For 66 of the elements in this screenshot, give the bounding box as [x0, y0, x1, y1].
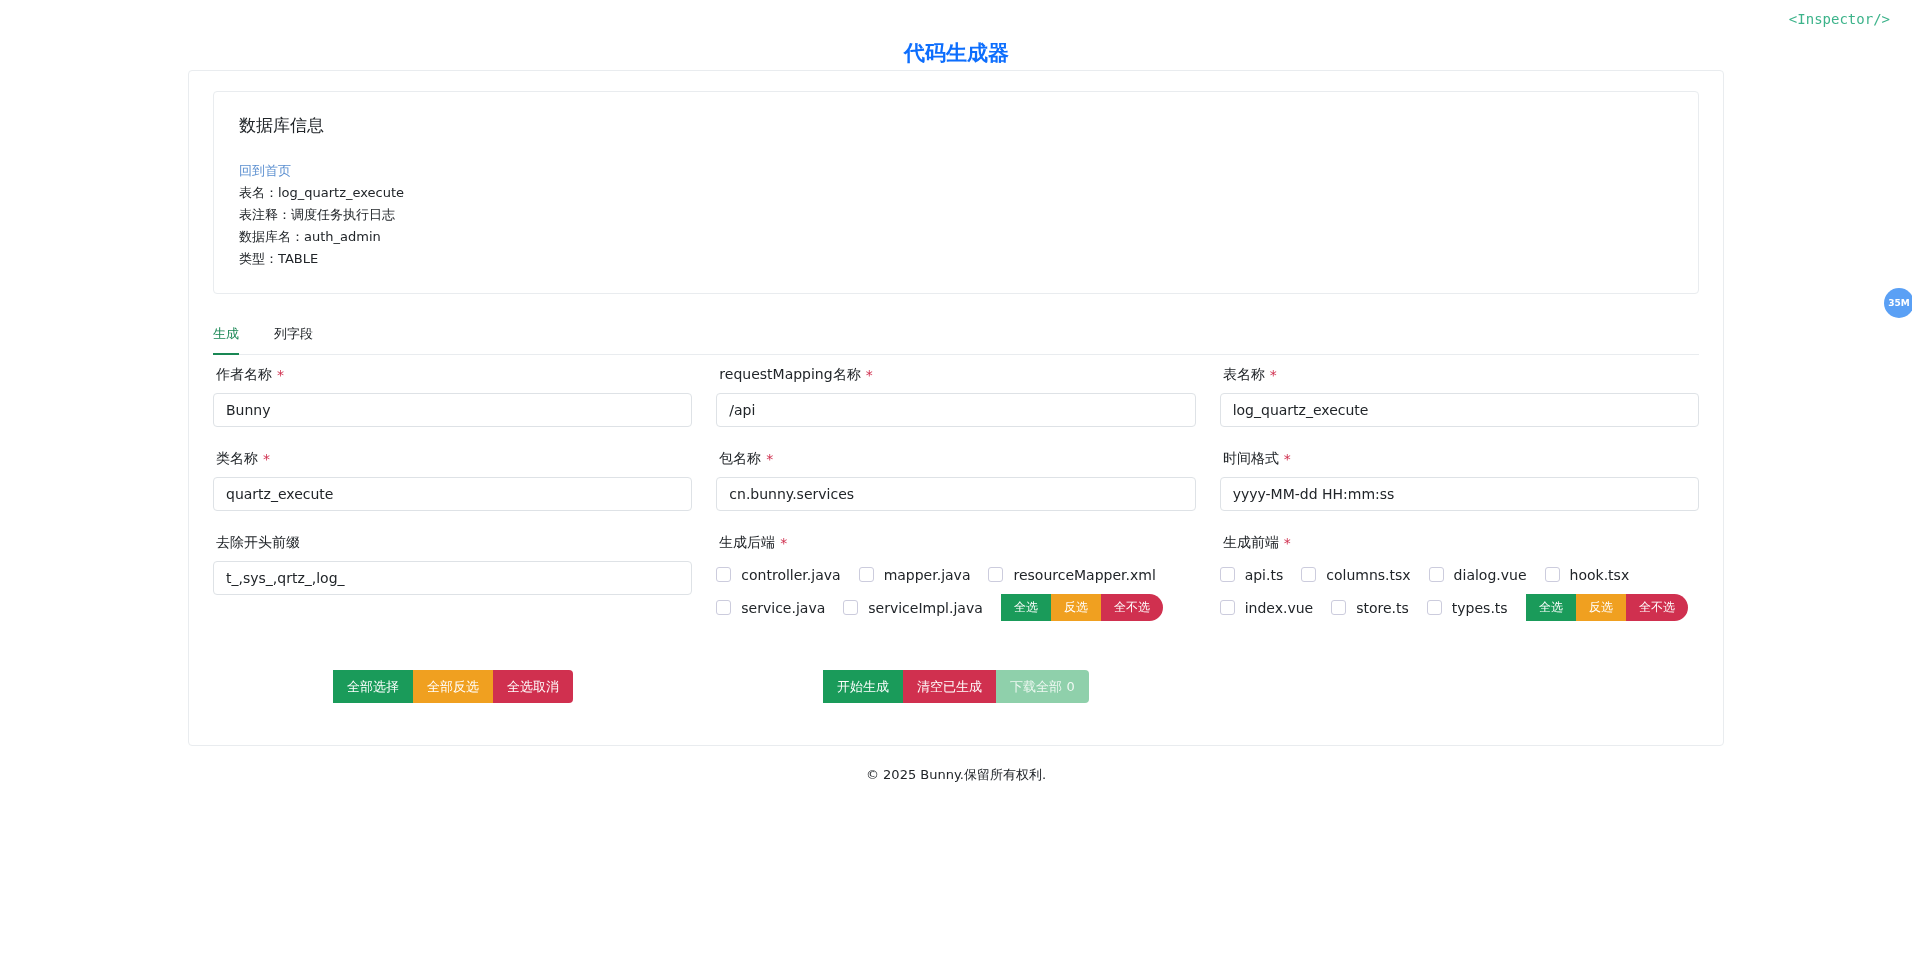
info-line: 表注释：调度任务执行日志	[239, 206, 396, 224]
checkbox[interactable]	[1426, 600, 1442, 615]
action-button[interactable]: 全不选	[1100, 594, 1163, 621]
checkbox-option[interactable]: controller.java	[716, 561, 841, 588]
field-label: 类名称	[216, 450, 258, 468]
tab[interactable]: 生成	[213, 316, 239, 355]
field-label: 去除开头前缀	[216, 534, 300, 552]
checkbox[interactable]	[1219, 600, 1235, 615]
checkbox[interactable]	[716, 567, 732, 582]
home-link[interactable]: 回到首页	[239, 160, 1673, 182]
field-label: requestMapping名称	[719, 366, 861, 384]
action-button[interactable]: 全不选	[1625, 594, 1688, 621]
checkbox[interactable]	[843, 600, 859, 615]
required-mark: *	[263, 451, 270, 467]
required-mark: *	[1283, 451, 1291, 467]
checkbox[interactable]	[716, 600, 732, 615]
info-line: 类型：TABLE	[239, 250, 320, 268]
required-mark: *	[277, 367, 284, 383]
checkbox[interactable]	[1544, 567, 1560, 582]
text-field[interactable]: quartz_execute	[213, 477, 693, 511]
action-button[interactable]: 全选	[1525, 594, 1576, 621]
required-mark: *	[780, 535, 788, 551]
checkbox[interactable]	[1428, 567, 1444, 582]
action-button[interactable]: 开始生成	[823, 670, 904, 703]
required-mark: *	[1283, 535, 1291, 551]
text-field[interactable]: log_quartz_execute	[1219, 393, 1699, 427]
field-label: 作者名称	[216, 366, 272, 384]
field-label: 生成前端	[1222, 534, 1279, 552]
info-title: 数据库信息	[239, 114, 325, 137]
required-mark: *	[865, 367, 873, 383]
action-button[interactable]: 全部选择	[332, 670, 413, 703]
text-field[interactable]: yyyy-MM-dd HH:mm:ss	[1219, 477, 1699, 511]
text-field[interactable]: Bunny	[213, 393, 693, 427]
checkbox-option[interactable]: store.ts	[1331, 594, 1409, 621]
info-line: 表名：log_quartz_execute	[239, 184, 406, 202]
checkbox[interactable]	[1331, 600, 1347, 615]
field-label: 时间格式	[1222, 450, 1279, 468]
text-field[interactable]: cn.bunny.services	[716, 477, 1196, 511]
footer-text: © 2025 Bunny.保留所有权利.	[864, 766, 1048, 784]
field-label: 表名称	[1222, 366, 1265, 384]
info-line: 数据库名：auth_admin	[239, 228, 382, 246]
checkbox-option[interactable]: dialog.vue	[1428, 561, 1527, 588]
field-label: 生成后端	[719, 534, 776, 552]
checkbox-option[interactable]: hook.tsx	[1544, 561, 1630, 588]
required-mark: *	[766, 451, 774, 467]
checkbox-option[interactable]: serviceImpl.java	[843, 594, 983, 621]
action-button[interactable]: 全选	[1000, 594, 1051, 621]
text-field[interactable]: /api	[716, 393, 1196, 427]
checkbox-option[interactable]: api.ts	[1219, 561, 1284, 588]
field-label: 包名称	[719, 450, 762, 468]
checkbox-option[interactable]: mapper.java	[858, 561, 971, 588]
checkbox[interactable]	[858, 567, 874, 582]
checkbox-option[interactable]: index.vue	[1219, 594, 1314, 621]
tab[interactable]: 列字段	[274, 316, 313, 355]
checkbox-option[interactable]: columns.tsx	[1301, 561, 1411, 588]
checkbox-option[interactable]: resourceMapper.xml	[988, 561, 1156, 588]
text-field[interactable]: t_,sys_,qrtz_,log_	[213, 561, 693, 595]
required-mark: *	[1269, 367, 1277, 383]
action-button[interactable]: 清空已生成	[903, 670, 997, 703]
checkbox[interactable]	[1219, 567, 1235, 582]
checkbox-option[interactable]: service.java	[716, 594, 826, 621]
page-title: 代码生成器	[903, 40, 1009, 67]
action-button[interactable]: 全选取消	[492, 670, 573, 703]
checkbox-option[interactable]: types.ts	[1426, 594, 1508, 621]
checkbox[interactable]	[988, 567, 1004, 582]
checkbox[interactable]	[1301, 567, 1317, 582]
